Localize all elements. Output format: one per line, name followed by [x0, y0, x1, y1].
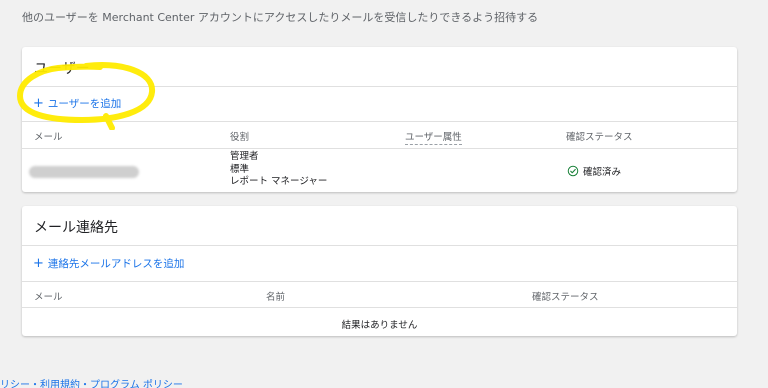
add-contact-label: 連絡先メールアドレスを追加 — [47, 258, 185, 270]
column-header-email[interactable]: メール — [34, 289, 63, 303]
users-card-title: ユーザー — [34, 61, 90, 77]
divider — [22, 121, 737, 122]
contacts-card-title: メール連絡先 — [34, 220, 118, 236]
user-roles: 管理者 標準 レポート マネージャー — [230, 151, 327, 189]
divider — [22, 86, 737, 87]
plus-icon: + — [33, 256, 44, 271]
add-user-button[interactable]: + ユーザーを追加 — [33, 96, 121, 111]
role-item: 標準 — [230, 163, 250, 175]
redacted-email — [29, 166, 139, 178]
column-header-status[interactable]: 確認ステータス — [566, 129, 633, 143]
column-header-user-attribute[interactable]: ユーザー属性 — [405, 129, 462, 145]
role-item: 管理者 — [230, 151, 259, 162]
users-card: ユーザー + ユーザーを追加 メール 役割 ユーザー属性 確認ステータス 管理者… — [22, 47, 737, 192]
add-contact-email-button[interactable]: + 連絡先メールアドレスを追加 — [33, 256, 184, 271]
column-header-status[interactable]: 確認ステータス — [532, 289, 599, 303]
status-label: 確認済み — [583, 167, 622, 178]
divider — [22, 245, 737, 246]
column-header-email[interactable]: メール — [34, 129, 63, 143]
divider — [22, 307, 737, 308]
status-badge: 確認済み — [567, 164, 621, 178]
email-contacts-card: メール連絡先 + 連絡先メールアドレスを追加 メール 名前 確認ステータス 結果… — [22, 206, 737, 336]
footer-policy-links[interactable]: リシー・利用規約・プログラム ポリシー — [0, 376, 183, 388]
check-circle-icon — [567, 165, 579, 177]
page-description: 他のユーザーを Merchant Center アカウントにアクセスしたりメール… — [22, 11, 539, 24]
column-header-role[interactable]: 役割 — [230, 129, 249, 143]
plus-icon: + — [33, 96, 44, 111]
divider — [22, 281, 737, 282]
column-header-name[interactable]: 名前 — [266, 289, 285, 303]
role-item: レポート マネージャー — [230, 176, 328, 187]
divider — [22, 148, 737, 149]
empty-state-message: 結果はありません — [341, 320, 418, 331]
add-user-label: ユーザーを追加 — [47, 98, 122, 110]
